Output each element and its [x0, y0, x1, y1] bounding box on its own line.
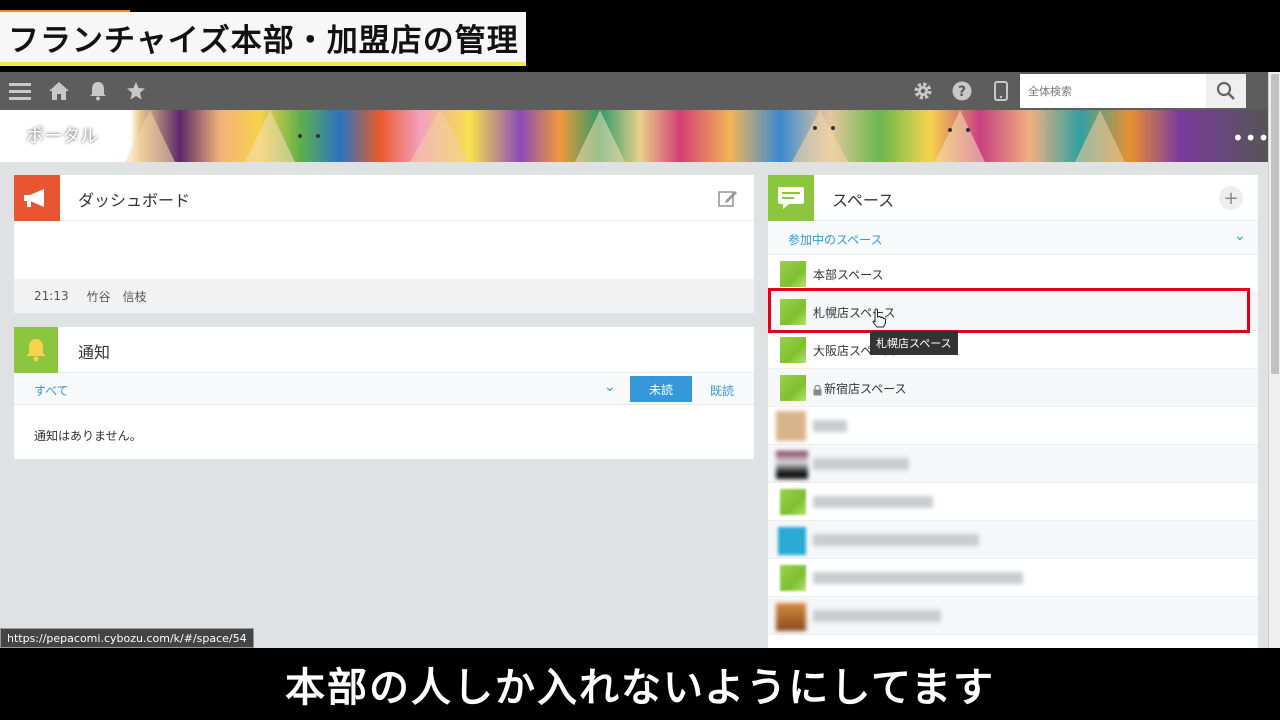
help-icon[interactable]: ? [950, 79, 974, 103]
mobile-icon[interactable] [989, 79, 1013, 103]
space-item-blurred[interactable] [768, 597, 1258, 635]
no-notifications-text: 通知はありません。 [34, 429, 142, 443]
chevron-down-icon[interactable]: ⌄ [1234, 228, 1246, 244]
notifications-title: 通知 [78, 343, 111, 362]
page-scrollbar[interactable] [1268, 72, 1280, 648]
portal-title: ポータル [26, 126, 98, 147]
blurred-label [813, 496, 933, 508]
hand-cursor-icon [872, 308, 886, 328]
space-thumbnail [780, 375, 806, 401]
blurred-label [813, 458, 909, 470]
title-box: フランチャイズ本部・加盟店の管理 [0, 12, 526, 66]
notifications-header: 通知 [14, 327, 754, 373]
dashboard-header: ダッシュボード [14, 175, 754, 221]
chevron-down-icon[interactable]: ⌄ [604, 379, 616, 395]
space-thumbnail [780, 337, 806, 363]
status-bar-url: https://pepacomi.cybozu.com/k/#/space/54 [0, 628, 254, 648]
space-item-blurred[interactable] [768, 521, 1258, 559]
top-navigation-bar: ? 全体検索 [0, 72, 1280, 110]
filter-all-select[interactable]: すべて [34, 382, 69, 399]
spaces-panel: スペース + 参加中のスペース ⌄ 本部スペース 札幌店スペース 大阪店スペース… [768, 175, 1258, 648]
scrollbar-thumb[interactable] [1271, 74, 1279, 374]
bell-icon [14, 327, 58, 373]
menu-icon[interactable] [8, 79, 32, 103]
lock-icon [813, 381, 822, 400]
spaces-title: スペース [832, 191, 895, 210]
search-icon [1216, 81, 1235, 100]
space-thumbnail [780, 261, 806, 287]
space-item-blurred[interactable] [768, 483, 1258, 521]
portal-header-banner: ポータル ••• [0, 110, 1268, 162]
svg-text:?: ? [958, 84, 966, 100]
space-item-blurred[interactable] [768, 445, 1258, 483]
home-icon[interactable] [47, 79, 71, 103]
gear-icon[interactable] [911, 79, 935, 103]
space-thumbnail [780, 565, 806, 591]
blurred-label [813, 572, 1023, 584]
pencil-banner-image [125, 110, 1125, 162]
edit-icon[interactable] [718, 188, 738, 212]
more-options-button[interactable]: ••• [1232, 126, 1268, 150]
joined-spaces-filter: 参加中のスペース ⌄ [768, 221, 1258, 255]
star-icon[interactable] [124, 79, 148, 103]
read-tab[interactable]: 既読 [710, 382, 734, 399]
space-thumbnail [776, 411, 806, 441]
dashboard-panel: ダッシュボード 21:13 竹谷 信枝 [14, 175, 754, 313]
chat-bubble-icon [768, 175, 814, 221]
space-thumbnail [776, 603, 806, 631]
video-subtitle: 本部の人しか入れないようにしてます [0, 648, 1280, 720]
space-thumbnail [780, 489, 806, 515]
global-search-input[interactable]: 全体検索 [1020, 74, 1206, 108]
space-item-blurred[interactable] [768, 559, 1258, 597]
space-thumbnail [778, 527, 806, 555]
blurred-label [813, 534, 979, 546]
space-tooltip: 札幌店スペース [870, 331, 958, 355]
video-title: フランチャイズ本部・加盟店の管理 [8, 22, 519, 59]
space-item-blurred[interactable] [768, 407, 1258, 445]
app-window: ? 全体検索 ポータル ••• ダッシュボード 21:13 竹谷 信枝 通知 す… [0, 72, 1280, 648]
search-button[interactable] [1206, 74, 1246, 108]
dashboard-meta: 21:13 竹谷 信枝 [14, 279, 754, 313]
joined-spaces-label[interactable]: 参加中のスペース [788, 231, 883, 248]
blurred-label [813, 610, 941, 622]
dashboard-title: ダッシュボード [78, 191, 191, 210]
space-item-label[interactable]: 本部スペース [813, 266, 884, 283]
space-thumbnail [776, 451, 808, 479]
spaces-header: スペース + [768, 175, 1258, 221]
video-title-banner: フランチャイズ本部・加盟店の管理 [0, 0, 1280, 72]
blurred-label [813, 420, 847, 432]
space-item-shinjuku[interactable]: 新宿店スペース [768, 369, 1258, 407]
add-space-button[interactable]: + [1219, 186, 1243, 210]
dashboard-time: 21:13 [34, 289, 69, 303]
space-item-label[interactable]: 新宿店スペース [824, 380, 907, 397]
bell-icon[interactable] [86, 79, 110, 103]
unread-tab[interactable]: 未読 [630, 376, 692, 402]
space-item-osaka[interactable]: 大阪店スペース [768, 331, 1258, 369]
dashboard-user[interactable]: 竹谷 信枝 [87, 288, 147, 305]
notifications-panel: 通知 すべて ⌄ 未読 既読 通知はありません。 [14, 327, 754, 459]
megaphone-icon [14, 175, 60, 221]
highlight-annotation [768, 288, 1250, 333]
notification-filter-row: すべて ⌄ 未読 既読 [14, 373, 754, 405]
